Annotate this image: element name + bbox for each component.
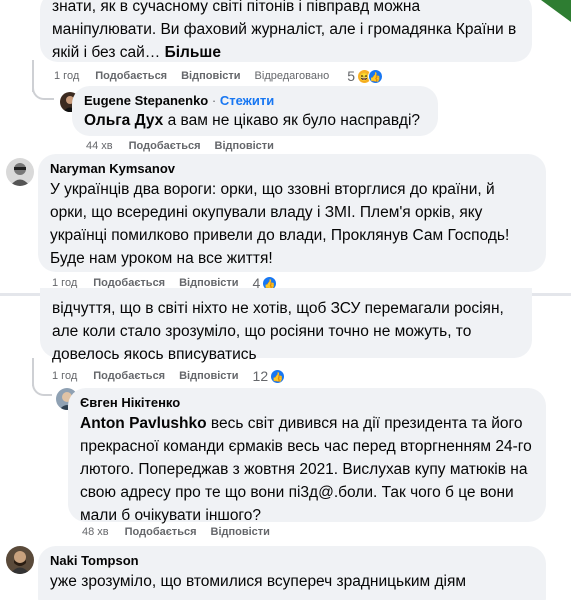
comment-time[interactable]: 1 год (54, 70, 79, 82)
reply-button[interactable]: Відповісти (215, 140, 274, 152)
comment-text: уже зрозуміло, що втомилися всупереч зра… (50, 573, 467, 590)
avatar[interactable] (6, 158, 34, 186)
thread-connector (32, 84, 54, 100)
mention[interactable]: Ольга Дух (84, 112, 163, 129)
comment-bubble: знати, як в сучасному світі пітонів і пі… (40, 0, 532, 62)
comment-bubble: Naki Tompson уже зрозуміло, що втомилися… (38, 546, 546, 600)
reactions[interactable]: 5 😆 👍 (347, 68, 383, 84)
author-name[interactable]: Євген Нікітенко (80, 395, 534, 410)
thread-connector (32, 378, 52, 396)
comment-bubble: Eugene Stepanenko · Стежити Ольга Дух а … (72, 86, 438, 136)
comment-meta: 48 хв Подобається Відповісти (82, 526, 284, 538)
like-button[interactable]: Подобається (95, 70, 167, 82)
follow-button[interactable]: Стежити (220, 93, 274, 108)
edited-label: Відредаговано (254, 70, 330, 82)
comment-time[interactable]: 1 год (52, 370, 77, 382)
reaction-count: 12 (252, 368, 269, 384)
reply-button[interactable]: Відповісти (179, 370, 238, 382)
comment-meta: 1 год Подобається Відповісти 12 👍 (52, 368, 286, 384)
corner-decoration (541, 0, 571, 22)
comment-text: У українців два вороги: орки, що ззовні … (50, 181, 510, 267)
comment-bubble: Naryman Kymsanov У українців два вороги:… (38, 154, 546, 272)
reaction-count: 5 (347, 68, 355, 84)
author-name[interactable]: Eugene Stepanenko (84, 93, 208, 108)
comment-bubble: Євген Нікітенко Anton Pavlushko весь сві… (68, 388, 546, 524)
comment-meta: 1 год Подобається Відповісти Відредагова… (54, 68, 383, 84)
like-icon: 👍 (368, 68, 383, 84)
comment-bubble: відчуття, що в світі ніхто не хотів, щоб… (40, 288, 532, 363)
like-icon: 👍 (270, 368, 286, 384)
comment-text: знати, як в сучасному світі пітонів і пі… (52, 0, 517, 61)
comment-text: а вам не цікаво як було насправді? (167, 112, 421, 129)
reply-button[interactable]: Відповісти (181, 70, 240, 82)
comment-text: відчуття, що в світі ніхто не хотів, щоб… (52, 300, 504, 363)
author-name[interactable]: Naki Tompson (50, 553, 534, 568)
comment-meta: 44 хв Подобається Відповісти (86, 140, 288, 152)
like-button[interactable]: Подобається (93, 370, 165, 382)
like-button[interactable]: Подобається (125, 526, 197, 538)
more-link[interactable]: Більше (165, 44, 221, 61)
comment-time[interactable]: 48 хв (82, 526, 109, 538)
reply-button[interactable]: Відповісти (211, 526, 270, 538)
comment-time[interactable]: 44 хв (86, 140, 113, 152)
like-button[interactable]: Подобається (129, 140, 201, 152)
author-name[interactable]: Naryman Kymsanov (50, 161, 534, 176)
reactions[interactable]: 12 👍 (253, 368, 286, 384)
mention[interactable]: Anton Pavlushko (80, 415, 207, 432)
avatar[interactable] (6, 546, 34, 574)
